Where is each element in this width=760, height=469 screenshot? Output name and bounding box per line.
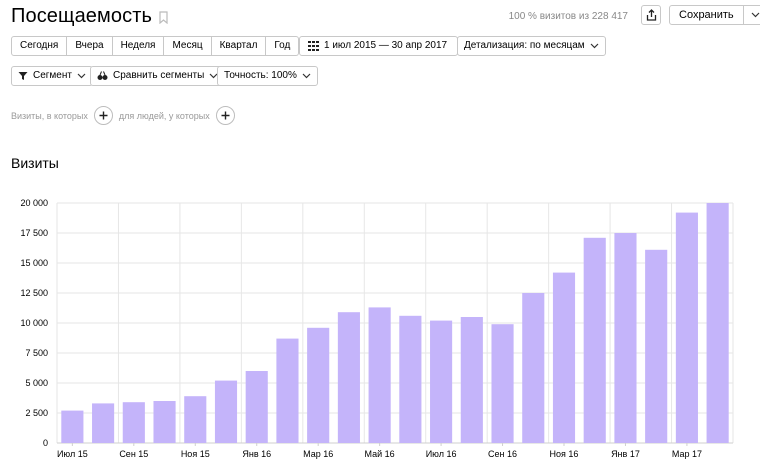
bar[interactable] xyxy=(307,327,330,443)
y-tick-label: 5 000 xyxy=(25,378,48,388)
bar[interactable] xyxy=(61,410,84,443)
date-range-button[interactable]: 1 июл 2015 — 30 апр 2017 xyxy=(299,36,459,56)
accuracy-dropdown[interactable]: Точность: 100% xyxy=(217,66,318,86)
bar[interactable] xyxy=(583,237,606,443)
visits-bar-chart: 0 2 500 5 000 7 500 10 000 12 500 15 000 17 500… xyxy=(20,198,734,459)
visits-note: 100 % визитов из 228 417 xyxy=(508,11,628,22)
segment-dropdown[interactable]: Сегмент xyxy=(11,66,93,86)
bar[interactable] xyxy=(153,401,176,443)
y-tick-label: 15 000 xyxy=(20,258,48,268)
title-row: Посещаемость xyxy=(11,5,168,28)
x-tick-label: Май 16 xyxy=(365,449,395,459)
bar[interactable] xyxy=(276,338,299,443)
bar[interactable] xyxy=(460,317,483,443)
bar[interactable] xyxy=(92,403,115,443)
y-tick-label: 7 500 xyxy=(25,348,48,358)
bar[interactable] xyxy=(430,320,453,443)
y-tick-label: 17 500 xyxy=(20,228,48,238)
y-tick-label: 20 000 xyxy=(20,198,48,208)
x-tick-label: Сен 16 xyxy=(488,449,517,459)
period-yesterday-button[interactable]: Вчера xyxy=(67,36,113,56)
x-tick-label: Сен 15 xyxy=(119,449,148,459)
accuracy-label: Точность: 100% xyxy=(224,70,297,81)
x-tick-label: Ноя 15 xyxy=(181,449,210,459)
filter-row: Визиты, в которых для людей, у которых xyxy=(11,106,241,125)
x-tick-label: Янв 17 xyxy=(611,449,640,459)
save-menu-button[interactable] xyxy=(743,5,760,25)
x-tick-label: Янв 16 xyxy=(242,449,271,459)
y-tick-label: 0 xyxy=(43,438,48,448)
bar[interactable] xyxy=(245,371,268,443)
bar[interactable] xyxy=(368,307,391,443)
x-tick-label: Мар 16 xyxy=(303,449,333,459)
chart-y-ticks: 0 2 500 5 000 7 500 10 000 12 500 15 000 17 500… xyxy=(20,198,48,448)
plus-icon xyxy=(99,111,108,120)
bar[interactable] xyxy=(675,212,698,443)
compare-icon xyxy=(97,71,108,80)
bar[interactable] xyxy=(706,203,729,443)
period-buttons: Сегодня Вчера Неделя Месяц Квартал Год xyxy=(11,36,300,56)
bar[interactable] xyxy=(399,315,422,443)
x-tick-label: Июл 15 xyxy=(57,449,88,459)
chevron-down-icon xyxy=(302,73,311,79)
save-group: Сохранить xyxy=(669,5,760,25)
add-people-filter-button[interactable] xyxy=(215,106,235,125)
chevron-down-icon xyxy=(590,43,599,49)
detail-dropdown[interactable]: Детализация: по месяцам xyxy=(457,36,606,56)
chart-x-ticks: Июл 15 Сен 15 Ноя 15 Янв 16 Мар 16 Май 16 Июл … xyxy=(57,443,702,459)
period-week-button[interactable]: Неделя xyxy=(112,36,165,56)
save-button[interactable]: Сохранить xyxy=(669,5,744,25)
share-button[interactable] xyxy=(641,5,661,25)
bookmark-icon[interactable] xyxy=(159,11,168,24)
page-title: Посещаемость xyxy=(11,5,152,27)
x-tick-label: Мар 17 xyxy=(672,449,702,459)
people-filter-label: для людей, у которых xyxy=(118,110,210,121)
share-icon xyxy=(646,9,656,21)
period-year-button[interactable]: Год xyxy=(266,36,300,56)
compare-label: Сравнить сегменты xyxy=(113,70,205,81)
x-tick-label: Ноя 16 xyxy=(550,449,579,459)
compare-segments-dropdown[interactable]: Сравнить сегменты xyxy=(90,66,226,86)
y-tick-label: 12 500 xyxy=(20,288,48,298)
period-today-button[interactable]: Сегодня xyxy=(11,36,68,56)
bar[interactable] xyxy=(552,272,576,443)
bar[interactable] xyxy=(614,233,637,443)
y-tick-label: 2 500 xyxy=(25,408,48,418)
x-tick-label: Июл 16 xyxy=(426,449,457,459)
segment-label: Сегмент xyxy=(33,70,72,81)
bar[interactable] xyxy=(491,324,514,443)
period-quarter-button[interactable]: Квартал xyxy=(211,36,267,56)
y-tick-label: 10 000 xyxy=(20,318,48,328)
filter-icon xyxy=(18,72,28,80)
detail-label: Детализация: по месяцам xyxy=(464,40,585,51)
bar[interactable] xyxy=(184,396,207,443)
visits-filter-label: Визиты, в которых xyxy=(11,110,88,121)
bar[interactable] xyxy=(337,312,360,443)
bar[interactable] xyxy=(122,402,145,443)
add-visits-filter-button[interactable] xyxy=(93,106,113,125)
chart-title: Визиты xyxy=(11,155,59,171)
bar[interactable] xyxy=(214,380,238,443)
plus-icon xyxy=(221,111,230,120)
period-month-button[interactable]: Месяц xyxy=(164,36,212,56)
bar[interactable] xyxy=(522,293,545,443)
bar[interactable] xyxy=(645,249,668,443)
date-range-label: 1 июл 2015 — 30 апр 2017 xyxy=(324,40,448,51)
chevron-down-icon xyxy=(77,73,86,79)
calendar-icon xyxy=(308,41,319,51)
chevron-down-icon xyxy=(751,12,760,18)
